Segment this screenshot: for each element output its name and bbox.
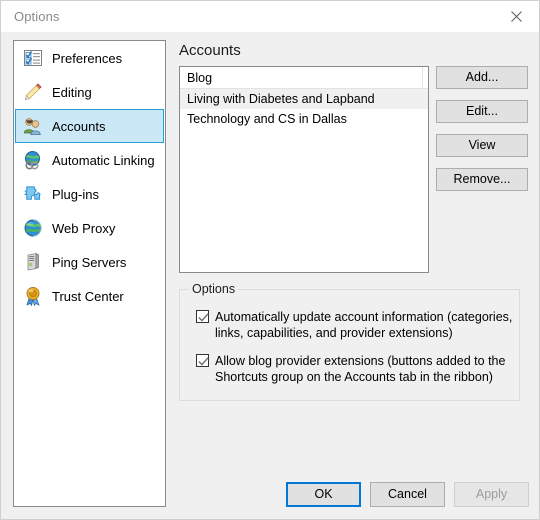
checkmark-icon (198, 357, 209, 366)
sidebar-item-automatic-linking[interactable]: Automatic Linking (15, 143, 164, 177)
category-listbox[interactable]: Preferences Editing Accounts Automatic L… (13, 40, 166, 507)
column-divider[interactable] (422, 67, 423, 88)
list-item[interactable]: Living with Diabetes and Lapband (180, 89, 428, 109)
checkbox-row-auto-update[interactable]: Automatically update account information… (196, 309, 514, 341)
checklist-icon (22, 47, 44, 69)
close-icon (511, 10, 522, 22)
checkbox-provider-extensions[interactable] (196, 354, 209, 367)
sidebar-item-accounts[interactable]: Accounts (15, 109, 164, 143)
cancel-button[interactable]: Cancel (370, 482, 445, 507)
add-button[interactable]: Add... (436, 66, 528, 89)
page-title: Accounts (179, 42, 241, 59)
remove-button[interactable]: Remove... (436, 168, 528, 191)
sidebar-item-label: Trust Center (52, 288, 124, 304)
checkbox-label: Allow blog provider extensions (buttons … (215, 354, 506, 384)
groupbox-legend: Options (189, 282, 239, 296)
column-header-blog[interactable]: Blog (187, 71, 212, 85)
sidebar-item-label: Ping Servers (52, 254, 127, 270)
list-item[interactable]: Technology and CS in Dallas (180, 109, 428, 129)
globe-link-icon (22, 149, 44, 171)
globe-icon (22, 217, 44, 239)
sidebar-item-label: Plug-ins (52, 186, 99, 202)
sidebar-item-editing[interactable]: Editing (15, 75, 164, 109)
sidebar-item-label: Editing (52, 84, 92, 100)
server-icon (22, 251, 44, 273)
view-button[interactable]: View (436, 134, 528, 157)
sidebar-item-plug-ins[interactable]: Plug-ins (15, 177, 164, 211)
checkbox-label: Automatically update account information… (215, 310, 513, 340)
checkmark-icon (198, 313, 209, 322)
sidebar-item-label: Preferences (52, 50, 123, 66)
options-dialog-window: Options Preferences Editing Accounts Aut… (0, 0, 540, 520)
sidebar-item-label: Web Proxy (52, 220, 116, 236)
award-ribbon-icon (22, 285, 44, 307)
content-pane: Accounts Blog Living with Diabetes and L… (177, 40, 529, 509)
window-title: Options (14, 9, 60, 24)
edit-button[interactable]: Edit... (436, 100, 528, 123)
checkbox-row-provider-extensions[interactable]: Allow blog provider extensions (buttons … (196, 353, 514, 385)
dialog-footer: OK Cancel Apply (286, 482, 529, 507)
sidebar-item-web-proxy[interactable]: Web Proxy (15, 211, 164, 245)
accounts-listbox[interactable]: Blog Living with Diabetes and Lapband Te… (179, 66, 429, 273)
close-button[interactable] (494, 1, 539, 31)
users-icon (22, 115, 44, 137)
puzzle-piece-icon (22, 183, 44, 205)
pencil-icon (22, 81, 44, 103)
sidebar-item-label: Automatic Linking (52, 152, 155, 168)
apply-button: Apply (454, 482, 529, 507)
account-actions: Add... Edit... View Remove... (436, 66, 528, 202)
options-groupbox: Options Automatically update account inf… (179, 282, 520, 401)
title-bar: Options (1, 1, 539, 32)
sidebar-item-ping-servers[interactable]: Ping Servers (15, 245, 164, 279)
ok-button[interactable]: OK (286, 482, 361, 507)
sidebar-item-label: Accounts (52, 118, 106, 134)
checkbox-auto-update[interactable] (196, 310, 209, 323)
sidebar-item-preferences[interactable]: Preferences (15, 41, 164, 75)
sidebar-item-trust-center[interactable]: Trust Center (15, 279, 164, 313)
accounts-list-header: Blog (180, 67, 428, 89)
